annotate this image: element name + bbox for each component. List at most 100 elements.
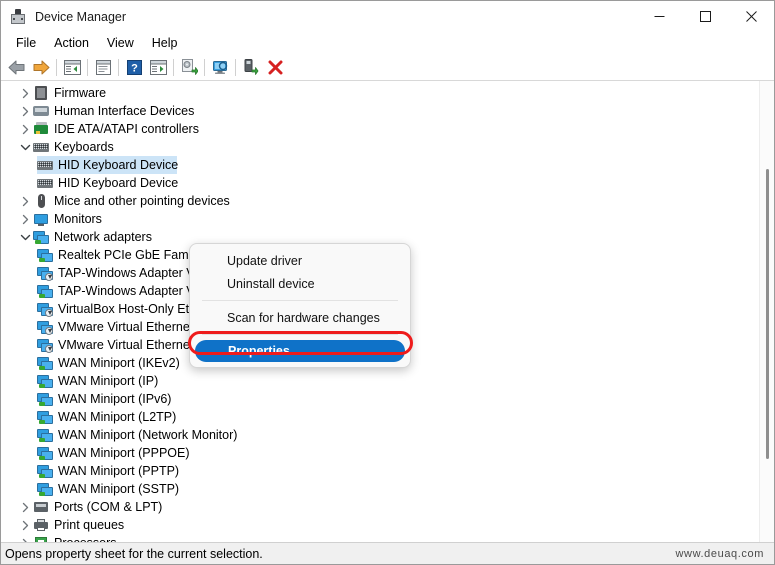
menu-action[interactable]: Action (45, 34, 98, 53)
close-button[interactable] (728, 1, 774, 32)
properties-window-button[interactable] (91, 56, 115, 78)
toolbar-separator (56, 58, 57, 76)
network-adapter-icon (37, 463, 53, 479)
back-button[interactable] (5, 56, 29, 78)
chevron-right-icon[interactable] (17, 124, 33, 135)
network-adapter-icon (33, 229, 49, 245)
minimize-button[interactable] (636, 1, 682, 32)
tree-item[interactable]: WAN Miniport (PPPOE) (1, 444, 758, 462)
vertical-scrollbar[interactable] (759, 81, 774, 542)
tree-item-label: Processors (54, 535, 117, 542)
tree-item-label: WAN Miniport (SSTP) (58, 482, 180, 496)
device-manager-window: Device Manager File Action View Help ? F… (0, 0, 775, 565)
tree-item-label: HID Keyboard Device (58, 176, 179, 190)
enable-device-button[interactable] (239, 56, 263, 78)
keyboard-icon (37, 157, 53, 173)
network-adapter-icon (37, 355, 53, 371)
tree-item-label: Monitors (54, 212, 102, 226)
context-menu-item-label: Update driver (227, 253, 303, 268)
tree-item[interactable]: WAN Miniport (IP) (1, 372, 758, 390)
chevron-right-icon[interactable] (17, 502, 33, 513)
keyboard-icon (37, 175, 53, 191)
tree-item[interactable]: WAN Miniport (Network Monitor) (1, 426, 758, 444)
chevron-down-icon[interactable] (17, 233, 33, 242)
toolbar: ? (1, 54, 774, 81)
printer-icon (33, 517, 49, 533)
tree-item-label: Keyboards (54, 140, 114, 154)
network-adapter-disabled-icon (37, 319, 53, 335)
network-adapter-icon (37, 373, 53, 389)
chevron-right-icon[interactable] (17, 106, 33, 117)
tree-item-label: WAN Miniport (L2TP) (58, 410, 177, 424)
tree-item[interactable]: Processors (1, 534, 758, 542)
network-adapter-disabled-icon (37, 301, 53, 317)
context-menu-update-driver[interactable]: Update driver (194, 249, 406, 272)
tree-item-label: TAP-Windows Adapter V9 (58, 266, 202, 280)
tree-item[interactable]: HID Keyboard Device (1, 174, 758, 192)
tree-item[interactable]: IDE ATA/ATAPI controllers (1, 120, 758, 138)
ide-controller-icon (33, 121, 49, 137)
context-menu-item-label: Scan for hardware changes (227, 310, 380, 325)
tree-item[interactable]: Firmware (1, 84, 758, 102)
chevron-right-icon[interactable] (17, 214, 33, 225)
network-adapter-icon (37, 247, 53, 263)
tree-item-label: WAN Miniport (IP) (58, 374, 159, 388)
network-adapter-icon (37, 427, 53, 443)
window-title: Device Manager (35, 9, 127, 24)
action-pane-button[interactable] (146, 56, 170, 78)
menu-file[interactable]: File (7, 34, 45, 53)
tree-item-label: WAN Miniport (PPPOE) (58, 446, 190, 460)
toolbar-separator (204, 58, 205, 76)
device-tree-panel: Firmware Human Interface Devices IDE ATA/A… (1, 81, 774, 542)
monitor-icon (33, 211, 49, 227)
mouse-icon (33, 193, 49, 209)
network-adapter-icon (37, 445, 53, 461)
tree-item-label: WAN Miniport (PPTP) (58, 464, 180, 478)
toolbar-separator (235, 58, 236, 76)
tree-item[interactable]: Mice and other pointing devices (1, 192, 758, 210)
tree-item-label: Human Interface Devices (54, 104, 195, 118)
chevron-right-icon[interactable] (17, 88, 33, 99)
context-menu-uninstall-device[interactable]: Uninstall device (194, 272, 406, 295)
uninstall-device-button[interactable] (263, 56, 287, 78)
status-bar-text: Opens property sheet for the current sel… (5, 546, 263, 561)
maximize-button[interactable] (682, 1, 728, 32)
chevron-down-icon[interactable] (17, 143, 33, 152)
console-tree-button[interactable] (60, 56, 84, 78)
tree-item[interactable]: WAN Miniport (SSTP) (1, 480, 758, 498)
tree-item[interactable]: Ports (COM & LPT) (1, 498, 758, 516)
keyboard-icon (33, 139, 49, 155)
vertical-scrollbar-thumb[interactable] (766, 169, 769, 459)
tree-item[interactable]: WAN Miniport (L2TP) (1, 408, 758, 426)
tree-item[interactable]: WAN Miniport (IPv6) (1, 390, 758, 408)
firmware-chip-icon (33, 85, 49, 101)
svg-text:?: ? (131, 62, 138, 74)
device-manager-icon (10, 8, 26, 25)
network-adapter-disabled-icon (37, 265, 53, 281)
processor-icon (33, 535, 49, 542)
context-menu: Update driver Uninstall device Scan for ha… (189, 243, 411, 368)
update-driver-button[interactable] (177, 56, 201, 78)
context-menu-separator-1 (202, 300, 398, 301)
scan-hardware-button[interactable] (208, 56, 232, 78)
toolbar-separator (118, 58, 119, 76)
tree-item[interactable]: WAN Miniport (PPTP) (1, 462, 758, 480)
toolbar-separator (173, 58, 174, 76)
chevron-right-icon[interactable] (17, 196, 33, 207)
menu-help[interactable]: Help (143, 34, 187, 53)
tree-item[interactable]: Human Interface Devices (1, 102, 758, 120)
network-adapter-icon (37, 391, 53, 407)
watermark-text: www.deuaq.com (675, 547, 764, 560)
tree-item[interactable]: Monitors (1, 210, 758, 228)
chevron-right-icon[interactable] (17, 520, 33, 531)
tree-item-label: Print queues (54, 518, 125, 532)
tree-item[interactable]: Print queues (1, 516, 758, 534)
tree-item[interactable]: HID Keyboard Device (1, 156, 758, 174)
menu-view[interactable]: View (98, 34, 143, 53)
context-menu-properties[interactable]: Properties (195, 340, 405, 362)
help-button[interactable]: ? (122, 56, 146, 78)
tree-item[interactable]: Keyboards (1, 138, 758, 156)
context-menu-scan-hardware[interactable]: Scan for hardware changes (194, 306, 406, 329)
forward-button[interactable] (29, 56, 53, 78)
status-bar: Opens property sheet for the current sel… (1, 542, 774, 564)
